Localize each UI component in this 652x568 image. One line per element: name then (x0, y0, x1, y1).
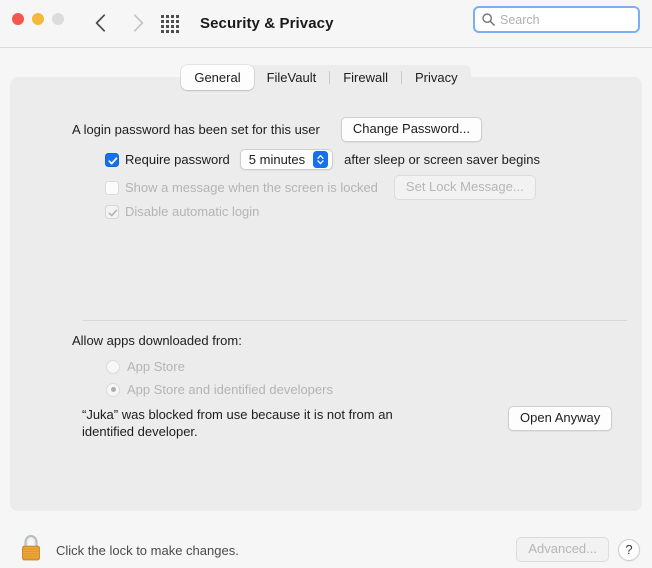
gatekeeper-option-appstore-identified: App Store and identified developers (106, 382, 333, 397)
show-lock-message-row: Show a message when the screen is locked… (105, 175, 536, 200)
appstore-identified-radio-label: App Store and identified developers (127, 382, 333, 397)
require-password-delay-value: 5 minutes (249, 152, 305, 167)
tab-general[interactable]: General (181, 65, 253, 90)
open-anyway-button[interactable]: Open Anyway (508, 406, 612, 431)
forward-button (124, 8, 152, 38)
grid-dot (161, 15, 164, 18)
grid-dot (176, 30, 179, 33)
show-lock-message-checkbox (105, 181, 119, 195)
navigation-arrows (86, 8, 152, 38)
grid-dot (176, 20, 179, 23)
grid-dot (166, 20, 169, 23)
grid-dot (166, 30, 169, 33)
gatekeeper-heading-row: Allow apps downloaded from: (72, 333, 242, 348)
tab-bar: General FileVault Firewall Privacy (10, 65, 642, 90)
preferences-panel: General FileVault Firewall Privacy A log… (10, 77, 642, 511)
grid-dot (171, 30, 174, 33)
require-password-label: Require password (125, 152, 230, 167)
minimize-button[interactable] (32, 13, 44, 25)
disable-auto-login-label: Disable automatic login (125, 204, 259, 219)
grid-dot (171, 20, 174, 23)
show-all-grid-icon[interactable] (159, 13, 181, 35)
grid-dot (161, 20, 164, 23)
require-password-checkbox[interactable] (105, 153, 119, 167)
chevron-right-icon (133, 14, 144, 32)
grid-dot (171, 25, 174, 28)
grid-dot (161, 25, 164, 28)
window-title-bar: Security & Privacy Search (0, 0, 652, 48)
advanced-button: Advanced... (516, 537, 609, 562)
appstore-radio (106, 360, 120, 374)
help-button[interactable]: ? (618, 539, 640, 561)
appstore-radio-label: App Store (127, 359, 185, 374)
tab-firewall[interactable]: Firewall (330, 65, 401, 90)
show-lock-message-label: Show a message when the screen is locked (125, 180, 378, 195)
traffic-light-group (12, 13, 64, 25)
change-password-button[interactable]: Change Password... (341, 117, 482, 142)
back-button[interactable] (86, 8, 114, 38)
padlock-glyph (18, 533, 44, 563)
grid-dot (176, 25, 179, 28)
login-password-label: A login password has been set for this u… (72, 122, 320, 137)
popup-stepper-arrows (313, 151, 328, 168)
require-password-row: Require password 5 minutes after sleep o… (105, 149, 540, 170)
footer-buttons: Advanced... ? (516, 537, 640, 562)
grid-dot (166, 15, 169, 18)
checkmark-icon (107, 207, 119, 219)
chevron-up-down-icon (316, 153, 325, 166)
disable-auto-login-row: Disable automatic login (105, 204, 259, 219)
grid-dot (161, 30, 164, 33)
set-lock-message-button: Set Lock Message... (394, 175, 536, 200)
search-field[interactable]: Search (473, 6, 640, 33)
lock-closed-icon[interactable] (18, 533, 44, 568)
lock-instruction-text: Click the lock to make changes. (56, 543, 239, 558)
search-placeholder: Search (500, 13, 540, 27)
blocked-app-message: “Juka” was blocked from use because it i… (82, 406, 437, 440)
chevron-left-icon (95, 14, 106, 32)
search-icon (481, 12, 496, 27)
tab-filevault[interactable]: FileVault (254, 65, 330, 90)
lock-row: Click the lock to make changes. (18, 533, 239, 568)
close-button[interactable] (12, 13, 24, 25)
gatekeeper-option-appstore: App Store (106, 359, 185, 374)
gatekeeper-heading: Allow apps downloaded from: (72, 333, 242, 348)
appstore-identified-radio (106, 383, 120, 397)
zoom-button (52, 13, 64, 25)
login-password-row: A login password has been set for this u… (72, 117, 482, 142)
section-divider (82, 320, 627, 321)
window-title: Security & Privacy (200, 0, 334, 48)
require-password-delay-popup[interactable]: 5 minutes (240, 149, 333, 170)
grid-dot (166, 25, 169, 28)
grid-dot (176, 15, 179, 18)
grid-dot (171, 15, 174, 18)
tab-privacy[interactable]: Privacy (402, 65, 471, 90)
require-password-suffix-label: after sleep or screen saver begins (344, 152, 540, 167)
checkmark-icon (107, 155, 119, 167)
open-anyway-row: Open Anyway (508, 406, 612, 431)
disable-auto-login-checkbox (105, 205, 119, 219)
